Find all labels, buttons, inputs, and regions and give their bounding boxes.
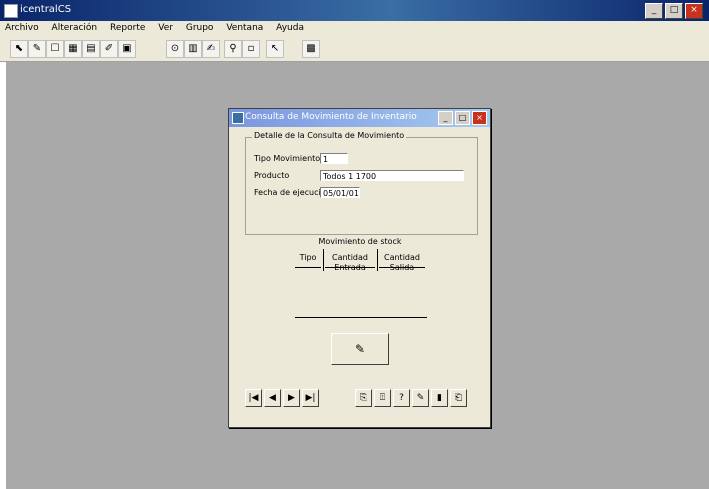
inventory-dialog: Consulta de Movimiento de Inventario _ □… — [228, 108, 491, 428]
field3-input[interactable]: 05/01/01 — [320, 187, 360, 198]
field2-label: Producto — [254, 171, 290, 180]
group-title: Detalle de la Consulta de Movimiento — [252, 131, 407, 140]
maximize-button[interactable]: □ — [665, 3, 683, 19]
dialog-titlebar: Consulta de Movimiento de Inventario _ □… — [229, 109, 490, 127]
box-icon[interactable]: ▫ — [242, 40, 260, 58]
pencil-icon[interactable]: ✐ — [100, 40, 118, 58]
app-titlebar: icentralCS _ □ × — [0, 0, 709, 21]
menu-grupo[interactable]: Grupo — [181, 21, 219, 33]
edit-button[interactable]: ✎ — [331, 333, 389, 365]
menu-alteracion[interactable]: Alteración — [47, 21, 103, 33]
delete-icon[interactable]: ▮ — [431, 389, 448, 407]
detail-group: Detalle de la Consulta de Movimiento Tip… — [245, 131, 478, 235]
search-icon[interactable]: ⚲ — [224, 40, 242, 58]
pointer-tool-icon[interactable]: ⬉ — [10, 40, 28, 58]
write-icon[interactable]: ✍ — [202, 40, 220, 58]
close-button[interactable]: × — [685, 3, 703, 19]
help-icon[interactable]: ? — [393, 389, 410, 407]
dialog-controls: _ □ × — [438, 111, 487, 125]
window-controls: _ □ × — [645, 3, 703, 19]
edit-tool-icon[interactable]: ✎ — [28, 40, 46, 58]
field1-input[interactable]: 1 — [320, 153, 348, 164]
menu-ayuda[interactable]: Ayuda — [271, 21, 309, 33]
dialog-close-button[interactable]: × — [472, 111, 487, 125]
column-header: Cantidad Salida — [379, 253, 425, 272]
table-icon[interactable]: ▥ — [184, 40, 202, 58]
column-divider — [323, 249, 324, 271]
main-toolbar: ⬉ ✎ ☐ ▦ ▤ ✐ ▣ ⊙ ▥ ✍ ⚲ ▫ ↖ ▩ — [0, 35, 709, 62]
cursor-icon[interactable]: ↖ — [266, 40, 284, 58]
app-icon — [4, 4, 18, 18]
last-record-button[interactable]: ▶| — [302, 389, 319, 407]
exit-icon[interactable]: ▩ — [302, 40, 320, 58]
field2-input[interactable]: Todos 1 1700 — [320, 170, 464, 181]
column-header: Cantidad Entrada — [325, 253, 375, 272]
first-record-button[interactable]: |◀ — [245, 389, 262, 407]
circle-icon[interactable]: ⊙ — [166, 40, 184, 58]
list-icon[interactable]: ▤ — [82, 40, 100, 58]
movement-table: Tipo Cantidad Entrada Cantidad Salida — [295, 245, 425, 272]
menu-bar: Archivo Alteración Reporte Ver Grupo Ven… — [0, 21, 709, 35]
dialog-maximize-button[interactable]: □ — [455, 111, 470, 125]
frame-icon[interactable]: ▣ — [118, 40, 136, 58]
menu-archivo[interactable]: Archivo — [0, 21, 44, 33]
app-title: icentralCS — [20, 4, 72, 15]
print-icon[interactable]: ⎗ — [450, 389, 467, 407]
grid-icon[interactable]: ▦ — [64, 40, 82, 58]
next-record-button[interactable]: ▶ — [283, 389, 300, 407]
dialog-icon — [232, 112, 244, 124]
menu-reporte[interactable]: Reporte — [105, 21, 150, 33]
dialog-minimize-button[interactable]: _ — [438, 111, 453, 125]
prev-record-button[interactable]: ◀ — [264, 389, 281, 407]
menu-ventana[interactable]: Ventana — [221, 21, 268, 33]
menu-ver[interactable]: Ver — [153, 21, 178, 33]
column-header: Tipo — [295, 253, 321, 268]
upload-icon[interactable]: ⍐ — [374, 389, 391, 407]
separator — [295, 317, 427, 318]
edit-icon[interactable]: ✎ — [412, 389, 429, 407]
minimize-button[interactable]: _ — [645, 3, 663, 19]
field1-label: Tipo Movimiento — [254, 154, 321, 163]
column-divider — [377, 249, 378, 271]
new-doc-icon[interactable]: ☐ — [46, 40, 64, 58]
dialog-title: Consulta de Movimiento de Inventario — [245, 112, 417, 122]
copy-icon[interactable]: ⎘ — [355, 389, 372, 407]
